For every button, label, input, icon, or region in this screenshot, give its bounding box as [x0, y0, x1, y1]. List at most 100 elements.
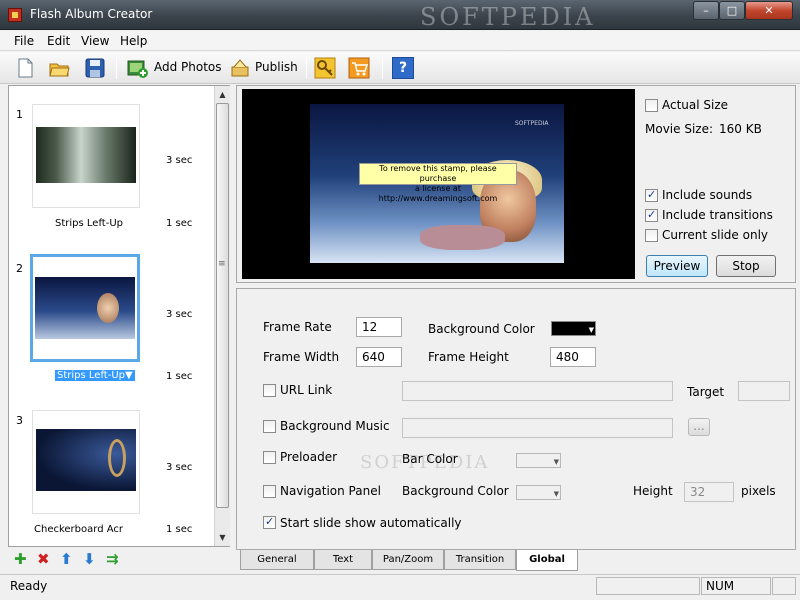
slide-duration[interactable]: 3 sec	[166, 309, 192, 320]
key-icon[interactable]	[314, 57, 336, 79]
menu-edit[interactable]: Edit	[47, 34, 70, 48]
frame-height-label: Frame Height	[428, 350, 509, 364]
frame-width-label: Frame Width	[263, 350, 340, 364]
include-transitions-checkbox[interactable]	[645, 208, 658, 222]
license-stamp: To remove this stamp, please purchase a …	[359, 163, 517, 203]
tab-transition[interactable]: Transition	[444, 550, 516, 570]
transition-duration[interactable]: 1 sec	[166, 218, 192, 229]
status-panel	[596, 577, 700, 595]
slide-duration[interactable]: 3 sec	[166, 155, 192, 166]
target-label: Target	[687, 385, 725, 399]
transition-duration[interactable]: 1 sec	[166, 371, 192, 382]
scroll-grip-icon: ≡	[218, 259, 226, 269]
add-icon[interactable]: ✚	[14, 550, 27, 568]
background-color-picker[interactable]: ▼	[551, 321, 596, 336]
browse-music-button[interactable]: ...	[688, 418, 710, 436]
slide-transition[interactable]: Checkerboard Acr	[34, 524, 123, 535]
frame-width-input[interactable]: 640	[356, 347, 402, 367]
slide-thumbnail[interactable]	[32, 410, 140, 514]
slide-duration[interactable]: 3 sec	[166, 462, 192, 473]
include-sounds-label: Include sounds	[662, 188, 753, 202]
save-icon[interactable]	[84, 57, 106, 79]
cart-icon[interactable]	[348, 57, 370, 79]
nav-background-color-label: Background Color	[402, 484, 509, 498]
current-slide-only-checkbox[interactable]	[645, 229, 658, 242]
app-icon	[8, 8, 22, 22]
new-file-icon[interactable]	[14, 57, 36, 79]
bar-color-picker[interactable]: ▼	[516, 453, 561, 468]
maximize-button[interactable]: □	[719, 1, 745, 20]
frame-rate-label: Frame Rate	[263, 320, 332, 334]
scroll-up-arrow-icon[interactable]: ▲	[215, 87, 230, 102]
background-music-input[interactable]	[402, 418, 673, 438]
menu-help[interactable]: Help	[120, 34, 147, 48]
start-auto-label: Start slide show automatically	[280, 516, 462, 530]
slide-actions: ✚ ✖ ⬆ ⬇ ⇉	[8, 548, 230, 570]
add-photos-button[interactable]: Add Photos	[154, 60, 222, 74]
menu-view[interactable]: View	[81, 34, 109, 48]
transition-duration[interactable]: 1 sec	[166, 524, 192, 535]
start-auto-checkbox[interactable]	[263, 515, 276, 529]
tab-pan-zoom[interactable]: Pan/Zoom	[372, 550, 444, 570]
scroll-down-arrow-icon[interactable]: ▼	[215, 530, 230, 545]
background-music-checkbox[interactable]	[263, 420, 276, 433]
title-bar: Flash Album Creator SOFTPEDIA – □ ✕	[0, 0, 800, 31]
preview-button[interactable]: Preview	[646, 255, 708, 277]
scroll-thumb[interactable]	[216, 103, 229, 508]
status-panel	[772, 577, 796, 595]
url-link-label: URL Link	[280, 383, 333, 397]
tab-global[interactable]: Global	[516, 550, 578, 571]
forest-photo	[36, 127, 136, 183]
dropdown-arrow-icon[interactable]: ▼	[125, 370, 133, 381]
height-input[interactable]: 32	[684, 482, 734, 502]
tab-general[interactable]: General	[240, 550, 314, 570]
publish-icon[interactable]	[229, 57, 251, 79]
dropdown-arrow-icon: ▼	[588, 326, 594, 334]
slides-scrollbar[interactable]: ▲ ≡ ▼	[214, 86, 230, 546]
open-folder-icon[interactable]	[48, 57, 70, 79]
url-link-checkbox[interactable]	[263, 384, 276, 397]
pixels-label: pixels	[741, 484, 776, 498]
help-icon[interactable]: ?	[392, 57, 414, 79]
include-sounds-checkbox[interactable]	[645, 188, 658, 202]
slide-number: 1	[16, 108, 23, 121]
nav-background-color-picker[interactable]: ▼	[516, 485, 561, 500]
dropdown-arrow-icon: ▼	[553, 490, 559, 498]
preview-logo: SOFTPEDIA	[515, 120, 549, 127]
woman-photo	[35, 277, 135, 339]
close-button[interactable]: ✕	[745, 1, 793, 20]
frame-rate-input[interactable]: 12	[356, 317, 402, 337]
menu-file[interactable]: File	[14, 34, 34, 48]
target-select[interactable]	[738, 381, 790, 401]
movie-size-label: Movie Size:	[645, 122, 714, 136]
move-down-icon[interactable]: ⬇	[83, 550, 96, 568]
slide-thumbnail-selected[interactable]	[30, 254, 140, 362]
slide-number: 2	[16, 262, 23, 275]
move-up-icon[interactable]: ⬆	[60, 550, 73, 568]
num-indicator: NUM	[701, 577, 771, 595]
preview-body	[420, 225, 505, 250]
tab-text[interactable]: Text	[314, 550, 372, 570]
slide-thumbnail[interactable]	[32, 104, 140, 208]
bar-color-label: Bar Color	[402, 452, 458, 466]
delete-icon[interactable]: ✖	[37, 550, 50, 568]
navigation-panel-checkbox[interactable]	[263, 485, 276, 498]
menu-bar: File Edit View Help	[0, 31, 800, 51]
slide-transition[interactable]: Strips Left-Up	[55, 218, 123, 229]
preloader-checkbox[interactable]	[263, 451, 276, 464]
shuffle-icon[interactable]: ⇉	[106, 550, 119, 568]
stop-button[interactable]: Stop	[716, 255, 776, 277]
background-music-label: Background Music	[280, 419, 390, 433]
background-color-label: Background Color	[428, 322, 535, 336]
window-title: Flash Album Creator	[30, 7, 153, 21]
frame-height-input[interactable]: 480	[550, 347, 596, 367]
publish-button[interactable]: Publish	[255, 60, 298, 74]
slide-number: 3	[16, 414, 23, 427]
actual-size-checkbox[interactable]	[645, 99, 658, 112]
minimize-button[interactable]: –	[693, 1, 719, 20]
preloader-label: Preloader	[280, 450, 338, 464]
slide-transition-selected[interactable]: Strips Left-Up▼	[55, 370, 135, 381]
url-link-input[interactable]	[402, 381, 673, 401]
slide-transition[interactable]: Strips Left-Up	[57, 370, 125, 381]
add-photos-icon[interactable]	[126, 57, 148, 79]
